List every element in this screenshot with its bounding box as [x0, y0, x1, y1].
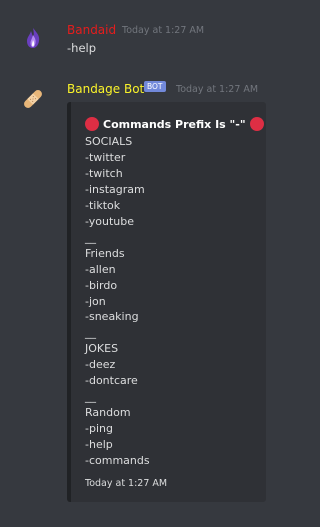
- bot-badge: BOT: [144, 81, 166, 92]
- embed-line: -birdo: [85, 278, 118, 292]
- embed-line: -ping: [85, 422, 113, 436]
- red-circle-icon: [85, 117, 99, 131]
- embed-line: -twitter: [85, 150, 126, 164]
- embed-line: -sneaking: [85, 310, 139, 324]
- embed-line: -commands: [85, 454, 150, 468]
- purple-flame-icon: [27, 28, 40, 48]
- username[interactable]: Bandaid: [67, 23, 116, 38]
- embed-line: __: [85, 390, 96, 404]
- timestamp: Today at 1:27 AM: [176, 84, 259, 95]
- embed-line: -youtube: [85, 214, 135, 228]
- embed-line: -dontcare: [85, 374, 138, 388]
- embed-line: SOCIALS: [85, 135, 133, 148]
- embed-description: SOCIALS -twitter -twitch -instagram -tiktok -…: [85, 134, 150, 469]
- embed-line: Friends: [85, 246, 125, 260]
- embed-line: -tiktok: [85, 198, 121, 212]
- embed-line: -deez: [85, 358, 116, 372]
- embed-line: -jon: [85, 294, 106, 308]
- username[interactable]: Bandage Bot: [67, 82, 144, 97]
- embed-footer-timestamp: Today at 1:27 AM: [85, 478, 168, 489]
- embed-line: -instagram: [85, 182, 145, 196]
- bandage-icon: [24, 90, 42, 108]
- embed-line: -help: [85, 438, 113, 452]
- red-circle-icon: [249, 117, 264, 131]
- bot-avatar[interactable]: [22, 88, 44, 110]
- embed-line: -allen: [85, 262, 116, 276]
- embed-line: JOKES: [85, 342, 119, 356]
- embed-title: Commands Prefix Is "-": [85, 114, 265, 134]
- message-content: -help: [67, 41, 97, 55]
- embed-line: __: [85, 230, 96, 244]
- timestamp: Today at 1:27 AM: [122, 25, 205, 36]
- commands-embed: Commands Prefix Is "-" SOCIALS -twitter -t…: [67, 102, 266, 502]
- embed-line: -twitch: [85, 166, 123, 180]
- embed-line: Random: [85, 406, 131, 420]
- user-avatar[interactable]: [22, 27, 44, 49]
- embed-title-text: Commands Prefix Is "-": [103, 117, 246, 131]
- embed-line: __: [85, 326, 96, 340]
